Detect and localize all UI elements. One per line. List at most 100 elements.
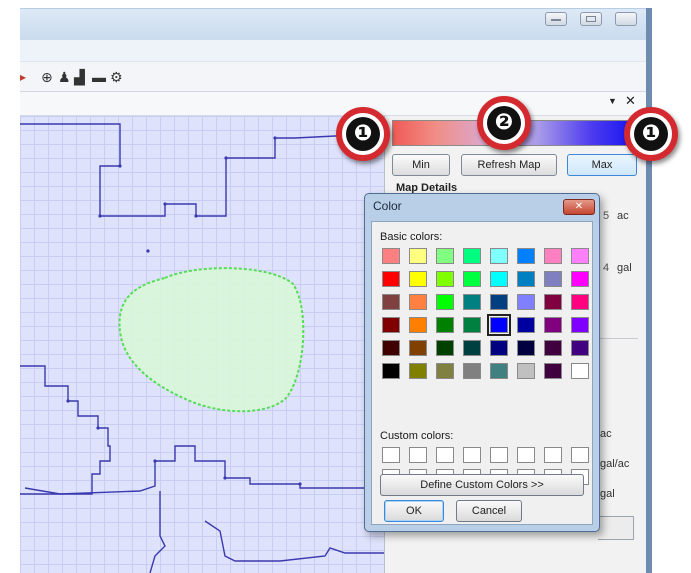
basic-color-swatch[interactable] [490, 248, 508, 264]
basic-color-swatch[interactable] [463, 271, 481, 287]
basic-color-swatch[interactable] [544, 363, 562, 379]
menu-bar [20, 40, 646, 62]
partial-tool-icon[interactable]: ▸ [20, 69, 26, 85]
field-map[interactable] [20, 116, 384, 573]
unit-label: gal [617, 262, 632, 274]
custom-color-swatch[interactable] [409, 447, 427, 463]
minimize-button[interactable] [545, 12, 567, 26]
basic-color-swatch[interactable] [382, 271, 400, 287]
basic-color-swatch[interactable] [436, 294, 454, 310]
panel-close-icon[interactable]: ✕ [625, 93, 636, 109]
basic-color-swatch[interactable] [463, 317, 481, 333]
basic-color-swatch[interactable] [517, 363, 535, 379]
callout-badge: ❶ [624, 107, 678, 161]
basic-color-swatch[interactable] [382, 363, 400, 379]
basic-color-swatch[interactable] [382, 248, 400, 264]
custom-color-swatch[interactable] [490, 447, 508, 463]
user-icon[interactable]: ♟ [58, 69, 71, 85]
basic-color-swatch[interactable] [382, 294, 400, 310]
maximize-button[interactable] [580, 12, 602, 26]
basic-color-swatch[interactable] [409, 271, 427, 287]
basic-color-swatch[interactable] [409, 340, 427, 356]
custom-color-swatch[interactable] [436, 447, 454, 463]
dialog-title: Color [373, 199, 402, 213]
callout-badge: ❶ [336, 107, 390, 161]
selected-zone [118, 267, 305, 413]
define-custom-colors-button[interactable]: Define Custom Colors >> [380, 474, 584, 496]
panel-button-edge[interactable] [598, 516, 634, 540]
basic-color-swatch[interactable] [436, 317, 454, 333]
basic-color-swatch[interactable] [409, 248, 427, 264]
basic-color-swatch[interactable] [463, 294, 481, 310]
basic-color-swatch[interactable] [544, 294, 562, 310]
ok-button[interactable]: OK [384, 500, 444, 522]
callout-number: ❷ [487, 106, 521, 140]
basic-color-swatch[interactable] [517, 340, 535, 356]
unit-label: gal/ac [600, 458, 630, 470]
value-label: 4 [603, 262, 610, 274]
basic-color-swatch[interactable] [571, 294, 589, 310]
custom-color-swatch[interactable] [544, 447, 562, 463]
basic-color-swatch[interactable] [544, 248, 562, 264]
basic-color-swatch[interactable] [409, 317, 427, 333]
field-boundary-top [20, 123, 384, 217]
basic-color-swatch[interactable] [544, 271, 562, 287]
basic-color-swatch[interactable] [490, 340, 508, 356]
field-boundary-left [20, 365, 111, 495]
basic-color-swatch[interactable] [571, 340, 589, 356]
basic-color-swatch[interactable] [463, 340, 481, 356]
callout-badge: ❷ [477, 96, 531, 150]
basic-color-swatch[interactable] [571, 363, 589, 379]
bar-chart-icon[interactable]: ▟ [74, 69, 85, 85]
unit-label: gal [600, 488, 615, 500]
basic-color-swatch[interactable] [436, 340, 454, 356]
basic-color-swatch[interactable] [517, 294, 535, 310]
globe-icon[interactable]: ⊕ [41, 69, 53, 85]
field-boundary-bottom [24, 445, 384, 495]
basic-color-swatch[interactable] [487, 314, 511, 336]
basic-color-swatch[interactable] [571, 271, 589, 287]
pin-dropdown-icon[interactable]: ▼ [608, 96, 617, 106]
gear-icon[interactable]: ⚙ [110, 69, 123, 85]
basic-color-swatch[interactable] [517, 248, 535, 264]
close-window-button[interactable] [615, 12, 637, 26]
max-color-button[interactable]: Max [567, 154, 637, 176]
basic-color-swatch[interactable] [463, 248, 481, 264]
basic-color-swatch[interactable] [436, 363, 454, 379]
basic-color-swatch[interactable] [409, 363, 427, 379]
toolbar: ▸ ⊕ ♟ ▟ ▬ ⚙ [20, 62, 646, 92]
panel-header [20, 92, 646, 116]
basic-color-swatch[interactable] [409, 294, 427, 310]
basic-color-swatch[interactable] [544, 340, 562, 356]
basic-color-swatch[interactable] [571, 248, 589, 264]
unit-label: ac [600, 428, 612, 440]
basic-color-swatch[interactable] [490, 363, 508, 379]
basic-color-swatch[interactable] [463, 363, 481, 379]
min-color-button[interactable]: Min [392, 154, 450, 176]
window-border [646, 8, 652, 573]
basic-color-swatch[interactable] [544, 317, 562, 333]
refresh-map-button[interactable]: Refresh Map [461, 154, 557, 176]
cancel-button[interactable]: Cancel [456, 500, 522, 522]
basic-color-swatch[interactable] [490, 294, 508, 310]
dialog-close-button[interactable]: ✕ [563, 199, 595, 215]
basic-color-swatch[interactable] [490, 271, 508, 287]
basic-color-swatch[interactable] [571, 317, 589, 333]
basic-color-swatch[interactable] [436, 271, 454, 287]
custom-color-swatch[interactable] [517, 447, 535, 463]
custom-color-swatch[interactable] [382, 447, 400, 463]
unit-label: ac [617, 210, 629, 222]
panel-separator [598, 338, 638, 339]
basic-color-swatch[interactable] [382, 340, 400, 356]
field-boundary-lower [149, 491, 166, 573]
basic-color-swatch[interactable] [436, 248, 454, 264]
basic-color-swatch[interactable] [517, 271, 535, 287]
color-dialog: Color ✕ Basic colors: Custom colors: Def… [364, 193, 600, 532]
basic-color-swatch[interactable] [517, 317, 535, 333]
value-label: 5 [603, 210, 610, 222]
basic-color-swatch[interactable] [382, 317, 400, 333]
folder-icon[interactable]: ▬ [92, 69, 106, 85]
custom-color-swatch[interactable] [463, 447, 481, 463]
custom-color-swatch[interactable] [571, 447, 589, 463]
callout-number: ❶ [634, 117, 668, 151]
